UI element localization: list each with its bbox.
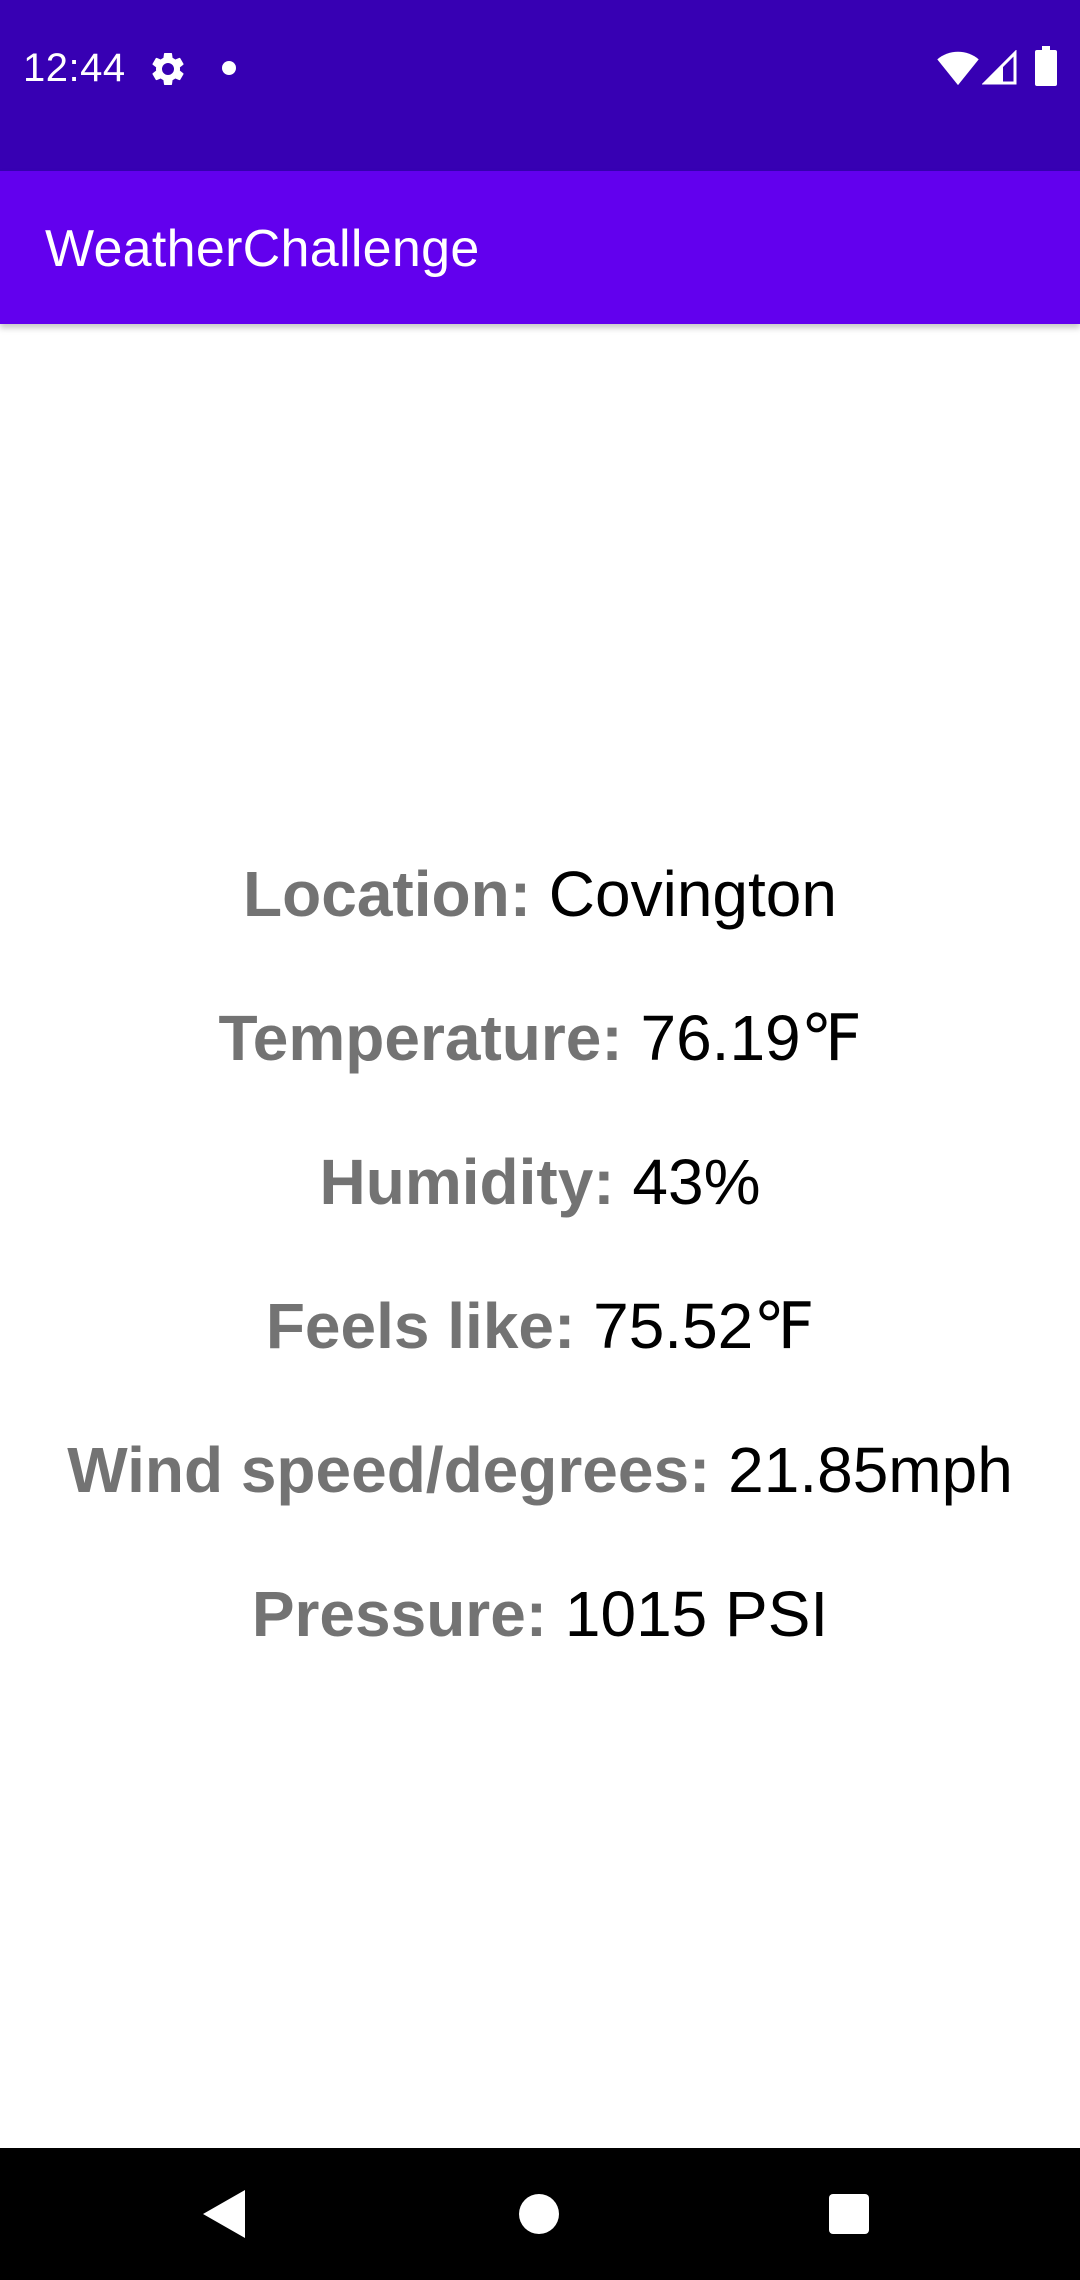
wind-label: Wind speed/degrees: (67, 1434, 711, 1506)
back-icon[interactable] (203, 2190, 247, 2238)
recents-icon[interactable] (829, 2194, 869, 2234)
status-time: 12:44 (23, 46, 126, 90)
weather-row-humidity: Humidity: 43% (0, 1110, 1080, 1254)
weather-row-temperature: Temperature: 76.19℉ (0, 966, 1080, 1110)
weather-row-location: Location: Covington (0, 822, 1080, 966)
wifi-icon (937, 51, 979, 86)
pressure-label: Pressure: (251, 1578, 548, 1650)
home-icon[interactable] (519, 2194, 559, 2234)
humidity-label: Humidity: (319, 1146, 615, 1218)
feels-like-value: 75.52℉ (593, 1290, 815, 1362)
location-label: Location: (243, 858, 531, 930)
weather-row-wind: Wind speed/degrees: 21.85mph (0, 1398, 1080, 1542)
feels-like-label: Feels like: (265, 1290, 576, 1362)
screen: 12:44 WeatherChallenge Location: Covingt… (0, 0, 1080, 2280)
battery-icon (1035, 46, 1057, 86)
wind-value: 21.85mph (728, 1434, 1013, 1506)
location-value: Covington (548, 858, 837, 930)
pressure-value: 1015 PSI (564, 1578, 829, 1650)
notification-dot-icon (222, 61, 236, 75)
temperature-value: 76.19℉ (640, 1002, 862, 1074)
cell-signal-icon (982, 50, 1017, 85)
app-bar: WeatherChallenge (0, 171, 1080, 324)
weather-details: Location: Covington Temperature: 76.19℉ … (0, 822, 1080, 1686)
weather-row-feels-like: Feels like: 75.52℉ (0, 1254, 1080, 1398)
navigation-bar (0, 2148, 1080, 2280)
humidity-value: 43% (632, 1146, 761, 1218)
temperature-label: Temperature: (218, 1002, 623, 1074)
app-title: WeatherChallenge (45, 220, 480, 278)
content-area: Location: Covington Temperature: 76.19℉ … (0, 324, 1080, 2148)
weather-row-pressure: Pressure: 1015 PSI (0, 1542, 1080, 1686)
status-bar: 12:44 (0, 0, 1080, 171)
gear-icon (152, 52, 184, 85)
